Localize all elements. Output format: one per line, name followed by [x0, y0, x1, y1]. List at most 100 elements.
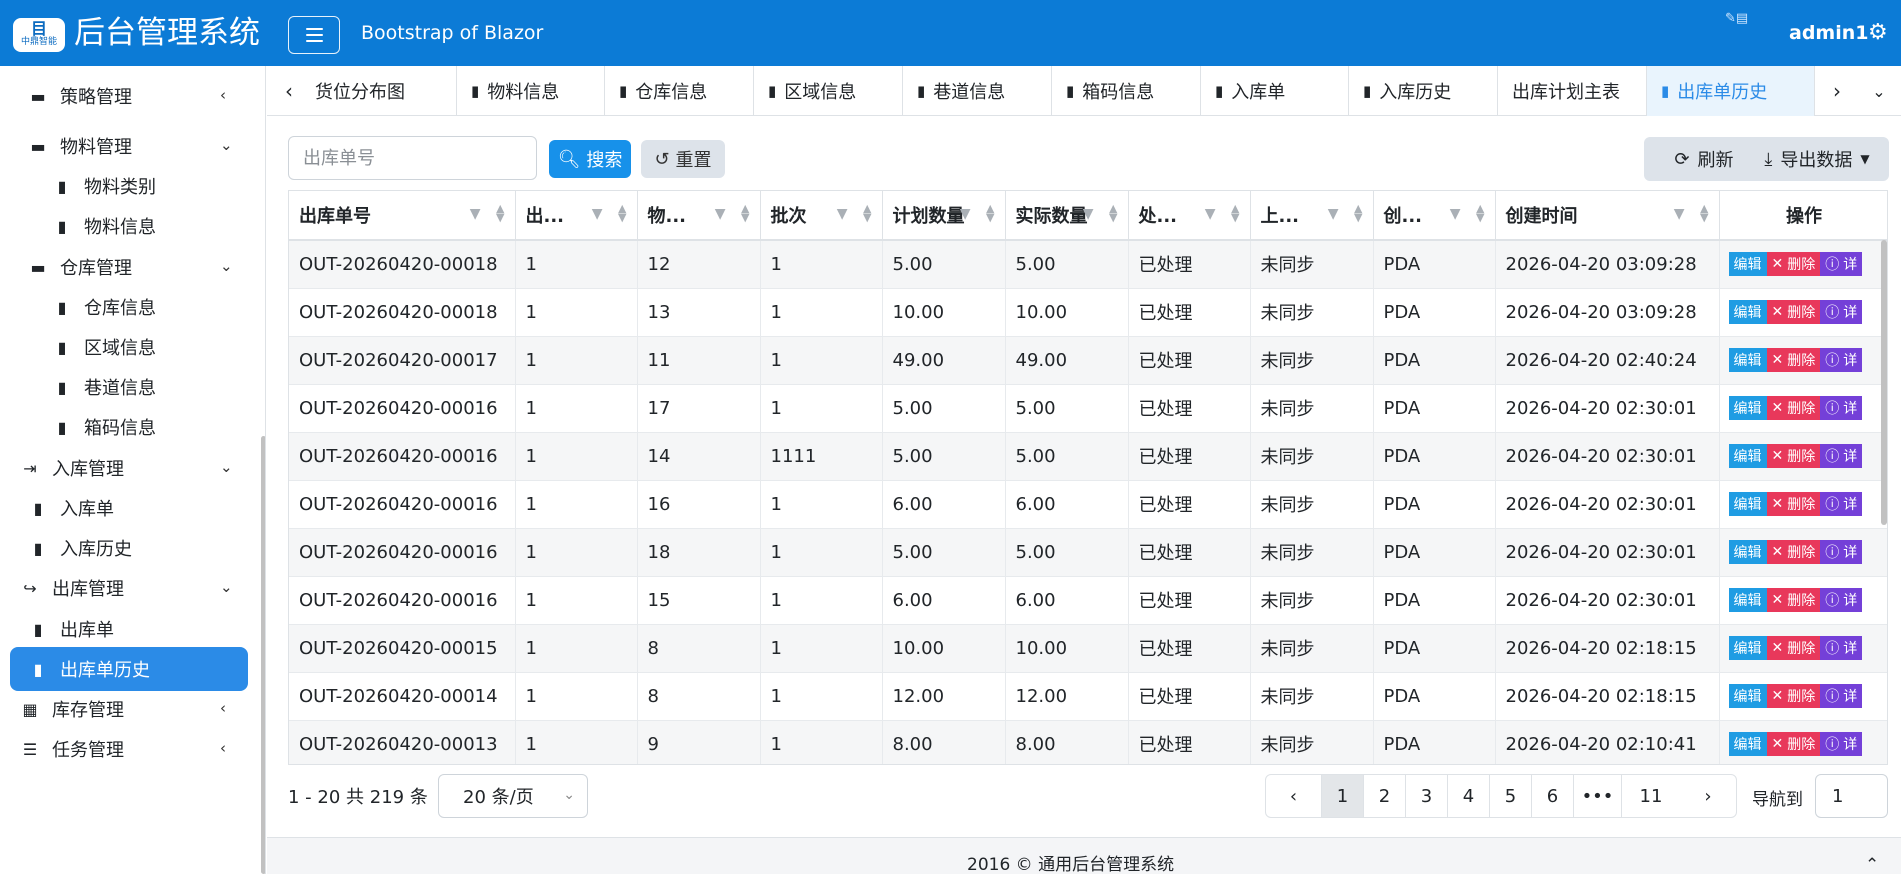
edit-button[interactable]: 编辑: [1728, 252, 1767, 277]
table-row[interactable]: OUT-20260420-00015 1 8 1 10.00 10.00 已处理 未同步 PDA…: [289, 624, 1887, 673]
column-header-3[interactable]: 批次 ▼ ▲ ▼: [760, 191, 883, 241]
sidebar-item-13[interactable]: ▮ 出库单: [28, 607, 114, 651]
filter-icon[interactable]: ▼: [1450, 206, 1461, 222]
tab-3[interactable]: ▮ 区域信息: [754, 66, 903, 116]
sidebar-item-3[interactable]: ▮ 物料信息: [52, 204, 156, 248]
column-header-7[interactable]: 上... ▼ ▲ ▼: [1250, 191, 1374, 241]
details-button[interactable]: ⓘ 详: [1820, 348, 1863, 372]
filter-icon[interactable]: ▼: [1205, 206, 1216, 222]
sidebar-item-12[interactable]: ↪ 出库管理 ⌄: [20, 566, 232, 610]
table-row[interactable]: OUT-20260420-00018 1 13 1 10.00 10.00 已处理 未同步 PD…: [289, 288, 1887, 337]
sort-icon[interactable]: ▲ ▼: [741, 203, 749, 223]
details-button[interactable]: ⓘ 详: [1820, 252, 1863, 277]
next-page-icon[interactable]: ›: [1680, 775, 1736, 817]
details-button[interactable]: ⓘ 详: [1820, 300, 1863, 324]
delete-button[interactable]: ✕ 删除: [1766, 492, 1821, 516]
sidebar-item-10[interactable]: ▮ 入库单: [28, 486, 114, 530]
sidebar-item-1[interactable]: ▬ 物料管理 ⌄: [28, 124, 232, 168]
delete-button[interactable]: ✕ 删除: [1766, 396, 1821, 420]
edit-button[interactable]: 编辑: [1728, 636, 1767, 660]
details-button[interactable]: ⓘ 详: [1820, 588, 1863, 612]
edit-button[interactable]: 编辑: [1728, 540, 1767, 564]
sort-icon[interactable]: ▲ ▼: [986, 203, 994, 223]
search-button[interactable]: 🔍︎ 搜索: [549, 140, 631, 178]
page-button[interactable]: 1: [1322, 775, 1364, 817]
page-size-select[interactable]: 20 条/页 ⌄: [438, 774, 588, 818]
tab-8[interactable]: 出库计划主表: [1498, 66, 1647, 116]
page-button[interactable]: 11: [1622, 775, 1680, 817]
tab-1[interactable]: ▮ 物料信息: [457, 66, 605, 116]
sort-icon[interactable]: ▲ ▼: [1354, 203, 1362, 223]
edit-button[interactable]: 编辑: [1728, 300, 1767, 324]
tab-menu-chevron-icon[interactable]: ⌄: [1857, 66, 1901, 116]
column-header-1[interactable]: 出... ▼ ▲ ▼: [515, 191, 638, 241]
details-button[interactable]: ⓘ 详: [1820, 492, 1863, 516]
sidebar-item-6[interactable]: ▮ 区域信息: [52, 325, 156, 369]
page-button[interactable]: 6: [1532, 775, 1574, 817]
sidebar-scrollbar[interactable]: [261, 436, 265, 874]
delete-button[interactable]: ✕ 删除: [1766, 348, 1821, 372]
filter-icon[interactable]: ▼: [960, 206, 971, 222]
page-button[interactable]: 4: [1448, 775, 1490, 817]
goto-page-input[interactable]: 1: [1815, 774, 1888, 818]
column-header-2[interactable]: 物... ▼ ▲ ▼: [637, 191, 761, 241]
delete-button[interactable]: ✕ 删除: [1766, 732, 1821, 756]
export-data-button[interactable]: ⤓ 导出数据 ▼: [1752, 140, 1882, 178]
table-row[interactable]: OUT-20260420-00016 1 16 1 6.00 6.00 已处理 未同步 PDA 2…: [289, 480, 1887, 529]
edit-button[interactable]: 编辑: [1728, 444, 1767, 468]
edit-button[interactable]: 编辑: [1728, 348, 1767, 372]
username[interactable]: admin1: [1789, 22, 1868, 44]
column-header-10[interactable]: 操作: [1719, 191, 1887, 241]
edit-button[interactable]: 编辑: [1728, 732, 1767, 756]
order-no-search-input[interactable]: [288, 136, 537, 180]
sort-icon[interactable]: ▲ ▼: [1231, 203, 1239, 223]
scroll-top-icon[interactable]: ⌃: [1865, 855, 1879, 874]
edit-button[interactable]: 编辑: [1728, 492, 1767, 516]
page-button[interactable]: 3: [1406, 775, 1448, 817]
tab-9[interactable]: ▮ 出库单历史: [1647, 66, 1815, 116]
delete-button[interactable]: ✕ 删除: [1766, 636, 1821, 660]
table-row[interactable]: OUT-20260420-00018 1 12 1 5.00 5.00 已处理 未同步 PDA 2…: [289, 240, 1887, 289]
filter-icon[interactable]: ▼: [592, 206, 603, 222]
sort-icon[interactable]: ▲ ▼: [1109, 203, 1117, 223]
details-button[interactable]: ⓘ 详: [1820, 540, 1863, 564]
delete-button[interactable]: ✕ 删除: [1766, 252, 1821, 277]
table-row[interactable]: OUT-20260420-00016 1 17 1 5.00 5.00 已处理 未同步 PDA 2…: [289, 384, 1887, 433]
column-header-0[interactable]: 出库单号 ▼ ▲ ▼: [289, 191, 516, 241]
gears-icon[interactable]: ⚙: [1868, 22, 1888, 44]
tab-0[interactable]: 货位分布图: [311, 66, 457, 116]
reset-button[interactable]: ↺ 重置: [641, 140, 725, 178]
tab-4[interactable]: ▮ 巷道信息: [903, 66, 1052, 116]
page-ellipsis[interactable]: •••: [1574, 775, 1622, 817]
edit-button[interactable]: 编辑: [1728, 588, 1767, 612]
edit-button[interactable]: 编辑: [1728, 396, 1767, 420]
column-header-5[interactable]: 实际数量 ▼ ▲ ▼: [1005, 191, 1129, 241]
table-row[interactable]: OUT-20260420-00017 1 11 1 49.00 49.00 已处理 未同步 PD…: [289, 336, 1887, 385]
filter-icon[interactable]: ▼: [715, 206, 726, 222]
column-header-9[interactable]: 创建时间 ▼ ▲ ▼: [1495, 191, 1720, 241]
delete-button[interactable]: ✕ 删除: [1766, 540, 1821, 564]
delete-button[interactable]: ✕ 删除: [1766, 300, 1821, 324]
edit-button[interactable]: 编辑: [1728, 684, 1767, 708]
tab-6[interactable]: ▮ 入库单: [1201, 66, 1349, 116]
sidebar-item-2[interactable]: ▮ 物料类别: [52, 164, 156, 208]
table-row[interactable]: OUT-20260420-00013 1 9 1 8.00 8.00 已处理 未同步 PDA 20…: [289, 720, 1887, 764]
sidebar-item-11[interactable]: ▮ 入库历史: [28, 526, 132, 570]
sort-icon[interactable]: ▲ ▼: [496, 203, 504, 223]
table-row[interactable]: OUT-20260420-00016 1 15 1 6.00 6.00 已处理 未同步 PDA 2…: [289, 576, 1887, 625]
details-button[interactable]: ⓘ 详: [1820, 732, 1863, 756]
refresh-button[interactable]: ⟳ 刷新: [1654, 140, 1754, 178]
sidebar-item-14[interactable]: ▮ 出库单历史: [10, 647, 248, 691]
filter-icon[interactable]: ▼: [1083, 206, 1094, 222]
sidebar-item-0[interactable]: ▬ 策略管理 ‹: [28, 74, 226, 118]
sidebar-item-8[interactable]: ▮ 箱码信息: [52, 405, 156, 449]
table-row[interactable]: OUT-20260420-00016 1 18 1 5.00 5.00 已处理 未同步 PDA 2…: [289, 528, 1887, 577]
prev-page-icon[interactable]: ‹: [1266, 775, 1322, 817]
sort-icon[interactable]: ▲ ▼: [618, 203, 626, 223]
sidebar-item-16[interactable]: ☰ 任务管理 ‹: [20, 727, 226, 771]
filter-icon[interactable]: ▼: [837, 206, 848, 222]
tab-scroll-right-icon[interactable]: ›: [1815, 66, 1859, 116]
details-button[interactable]: ⓘ 详: [1820, 396, 1863, 420]
delete-button[interactable]: ✕ 删除: [1766, 444, 1821, 468]
sidebar-item-9[interactable]: ⇥ 入库管理 ⌄: [20, 446, 232, 490]
